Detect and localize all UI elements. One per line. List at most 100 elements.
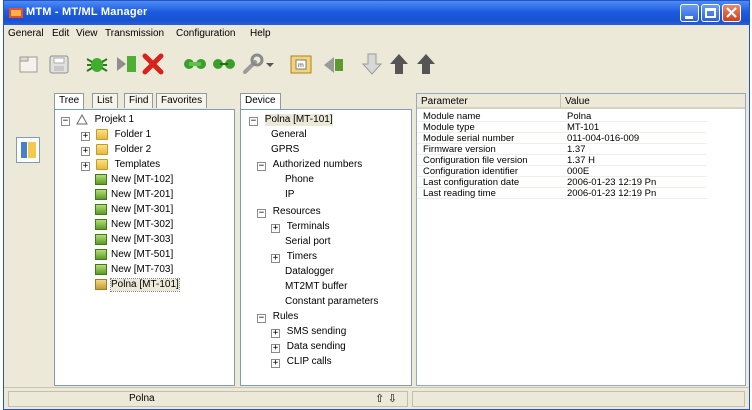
tree-device[interactable]: New [MT-201] — [95, 189, 173, 201]
folder-icon — [95, 129, 108, 140]
status-pane-empty — [412, 391, 745, 407]
tab-device[interactable]: Device — [240, 93, 281, 109]
column-header-parameter[interactable]: Parameter — [417, 94, 561, 109]
link-button[interactable] — [182, 51, 208, 77]
table-row[interactable]: Module name Polna — [417, 111, 707, 122]
link-2-button[interactable] — [211, 51, 237, 77]
connect-button[interactable] — [84, 51, 110, 77]
device-node-gprs[interactable]: GPRS — [271, 144, 299, 156]
title-bar: MTM - MT/ML Manager — [4, 1, 749, 25]
menu-general[interactable]: General — [8, 28, 44, 39]
device-node-mt2mt[interactable]: MT2MT buffer — [285, 281, 347, 293]
table-row[interactable]: Firmware version 1.37 — [417, 144, 707, 155]
tab-list[interactable]: List — [92, 93, 118, 108]
transfer-icon — [324, 57, 343, 73]
collapse-icon[interactable]: − — [61, 117, 70, 126]
side-view-button[interactable] — [16, 137, 40, 163]
device-node-datalogger[interactable]: Datalogger — [285, 266, 334, 278]
tree-device[interactable]: New [MT-301] — [95, 204, 173, 216]
device-icon — [95, 279, 107, 290]
status-arrows-icon: ⇧ ⇩ — [375, 392, 397, 405]
expand-icon[interactable]: + — [271, 344, 280, 353]
expand-icon[interactable]: + — [81, 147, 90, 156]
link-green-icon — [184, 59, 206, 69]
table-row[interactable]: Last reading time 2006-01-23 12:19 Pn — [417, 188, 707, 199]
device-node-ip[interactable]: IP — [285, 189, 294, 201]
tree-device[interactable]: New [MT-703] — [95, 264, 173, 276]
upload-2-button[interactable] — [413, 51, 439, 77]
minimize-button[interactable] — [680, 4, 699, 22]
tree-root-projekt[interactable]: − Projekt 1 — [61, 114, 134, 126]
table-row[interactable]: Last configuration date 2006-01-23 12:19… — [417, 177, 707, 188]
settings-dropdown[interactable] — [264, 51, 276, 77]
project-tree-panel: − Projekt 1 + Folder 1 + Folder 2 + Temp… — [54, 109, 235, 386]
window-title: MTM - MT/ML Manager — [26, 6, 148, 18]
tree-device[interactable]: New [MT-302] — [95, 219, 173, 231]
tree-folder-1[interactable]: + Folder 1 — [81, 129, 151, 141]
device-node-timers[interactable]: + Timers — [271, 251, 317, 263]
save-button[interactable] — [46, 51, 72, 77]
parameter-table: Parameter Value Module name Polna Module… — [417, 94, 745, 385]
parameter-panel: Parameter Value Module name Polna Module… — [416, 93, 746, 386]
column-header-value[interactable]: Value — [561, 94, 745, 109]
close-icon — [726, 7, 737, 18]
device-node-clip[interactable]: + CLIP calls — [271, 356, 332, 368]
collapse-icon[interactable]: − — [257, 162, 266, 171]
transfer-button[interactable] — [320, 51, 346, 77]
device-node-general[interactable]: General — [271, 129, 307, 141]
tab-find[interactable]: Find — [124, 93, 154, 108]
device-node-authorized[interactable]: − Authorized numbers — [257, 159, 362, 171]
device-icon — [95, 234, 107, 245]
collapse-icon[interactable]: − — [257, 314, 266, 323]
collapse-icon[interactable]: − — [249, 117, 258, 126]
tree-folder-templates[interactable]: + Templates — [81, 159, 160, 171]
delete-button[interactable] — [140, 51, 166, 77]
expand-icon[interactable]: + — [271, 329, 280, 338]
menu-transmission[interactable]: Transmission — [105, 28, 164, 39]
tree-device-selected[interactable]: Polna [MT-101] — [95, 278, 180, 292]
tab-tree[interactable]: Tree — [54, 93, 85, 109]
tree-device[interactable]: New [MT-303] — [95, 234, 173, 246]
table-row[interactable]: Module serial number 011-004-016-009 — [417, 133, 707, 144]
expand-icon[interactable]: + — [81, 162, 90, 171]
device-icon — [95, 204, 107, 215]
tab-favorites[interactable]: Favorites — [156, 93, 208, 108]
device-node-data[interactable]: + Data sending — [271, 341, 346, 353]
read-module-button[interactable]: m — [288, 51, 314, 77]
table-row[interactable]: Configuration identifier 000E — [417, 166, 707, 177]
device-node-terminals[interactable]: + Terminals — [271, 221, 330, 233]
expand-icon[interactable]: + — [271, 224, 280, 233]
maximize-button[interactable] — [701, 4, 720, 22]
collapse-icon[interactable]: − — [257, 209, 266, 218]
device-tree-panel: − Polna [MT-101] General GPRS − Authoriz… — [240, 109, 412, 386]
connect-bug-icon — [86, 58, 108, 72]
upload-button[interactable] — [386, 51, 412, 77]
menu-view[interactable]: View — [76, 28, 98, 39]
menu-help[interactable]: Help — [250, 28, 271, 39]
settings-button[interactable] — [240, 51, 266, 77]
table-row[interactable]: Module type MT-101 — [417, 122, 707, 133]
expand-icon[interactable]: + — [271, 359, 280, 368]
table-row[interactable]: Configuration file version 1.37 H — [417, 155, 707, 166]
device-tree-root[interactable]: − Polna [MT-101] — [249, 114, 333, 126]
link-green-2-icon — [213, 59, 235, 69]
close-button[interactable] — [722, 4, 741, 22]
disconnect-button[interactable] — [113, 51, 139, 77]
device-node-constants[interactable]: Constant parameters — [285, 296, 378, 308]
device-node-rules[interactable]: − Rules — [257, 311, 298, 323]
menu-edit[interactable]: Edit — [52, 28, 69, 39]
device-node-resources[interactable]: − Resources — [257, 206, 321, 218]
expand-icon[interactable]: + — [81, 132, 90, 141]
status-bar: Polna ⇧ ⇩ — [4, 387, 749, 409]
tree-device[interactable]: New [MT-501] — [95, 249, 173, 261]
device-node-serial[interactable]: Serial port — [285, 236, 331, 248]
tree-folder-2[interactable]: + Folder 2 — [81, 144, 151, 156]
device-node-phone[interactable]: Phone — [285, 174, 314, 186]
tree-device[interactable]: New [MT-102] — [95, 174, 173, 186]
status-module-name: Polna — [129, 393, 155, 404]
menu-configuration[interactable]: Configuration — [176, 28, 235, 39]
download-button[interactable] — [359, 51, 385, 77]
new-button[interactable] — [16, 51, 42, 77]
device-node-sms[interactable]: + SMS sending — [271, 326, 346, 338]
expand-icon[interactable]: + — [271, 254, 280, 263]
